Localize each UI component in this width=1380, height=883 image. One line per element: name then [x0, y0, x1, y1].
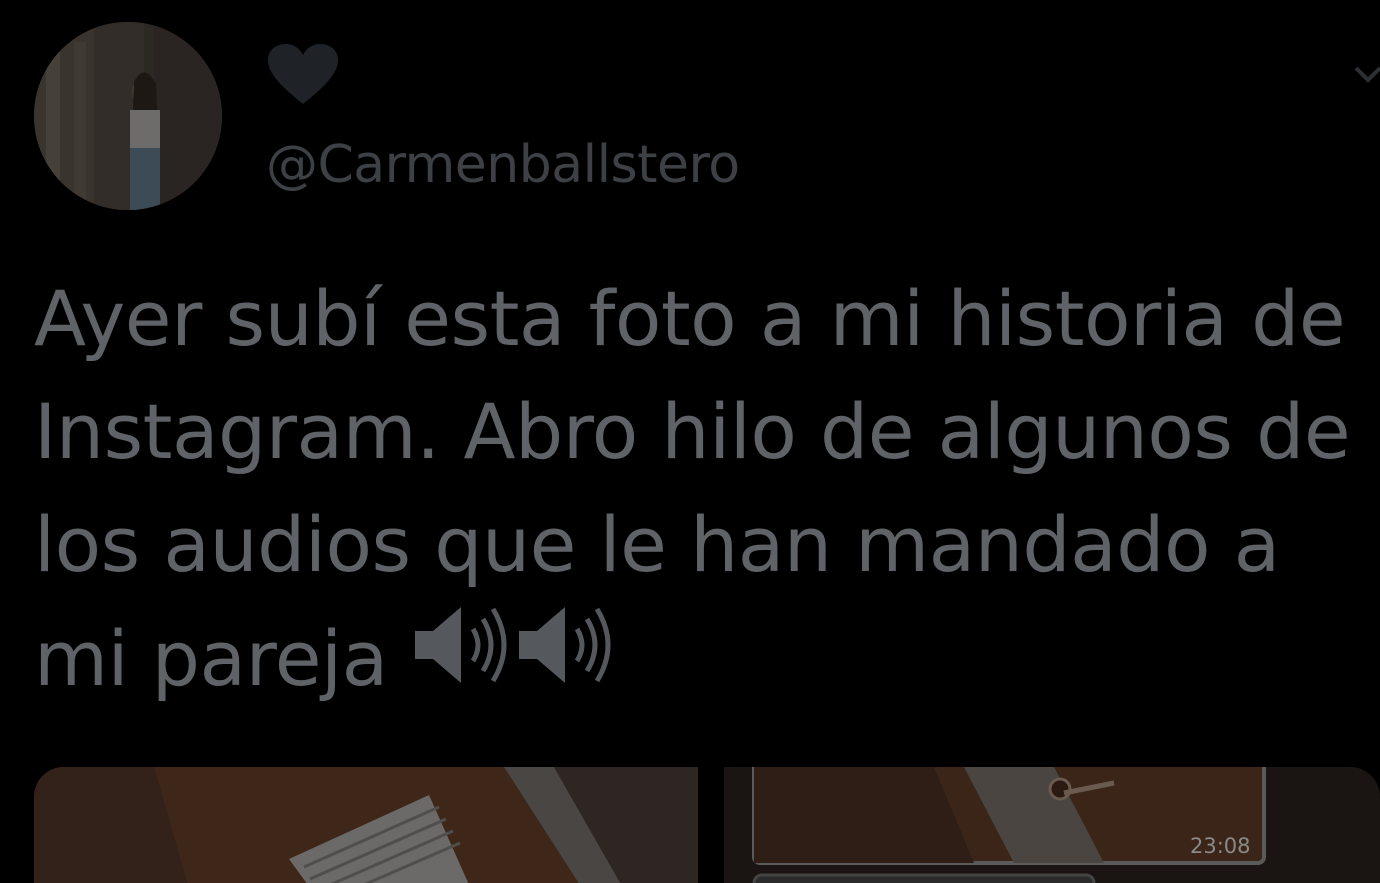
media-timestamp: 23:08	[1190, 834, 1251, 858]
heart-icon	[268, 44, 338, 104]
avatar[interactable]	[34, 22, 222, 210]
media-image-left[interactable]	[34, 767, 698, 883]
tweet-text: Ayer subí esta foto a mi historia de Ins…	[34, 262, 1354, 719]
speaker-icon	[515, 601, 619, 719]
speaker-icon	[411, 601, 515, 719]
media-image-right[interactable]	[724, 767, 1380, 883]
tweet-body: Ayer subí esta foto a mi historia de Ins…	[34, 274, 1351, 703]
chevron-down-icon[interactable]	[1350, 56, 1380, 96]
tweet: @Carmenballstero Ayer subí esta foto a m…	[0, 0, 1380, 883]
author-handle[interactable]: @Carmenballstero	[266, 130, 740, 200]
